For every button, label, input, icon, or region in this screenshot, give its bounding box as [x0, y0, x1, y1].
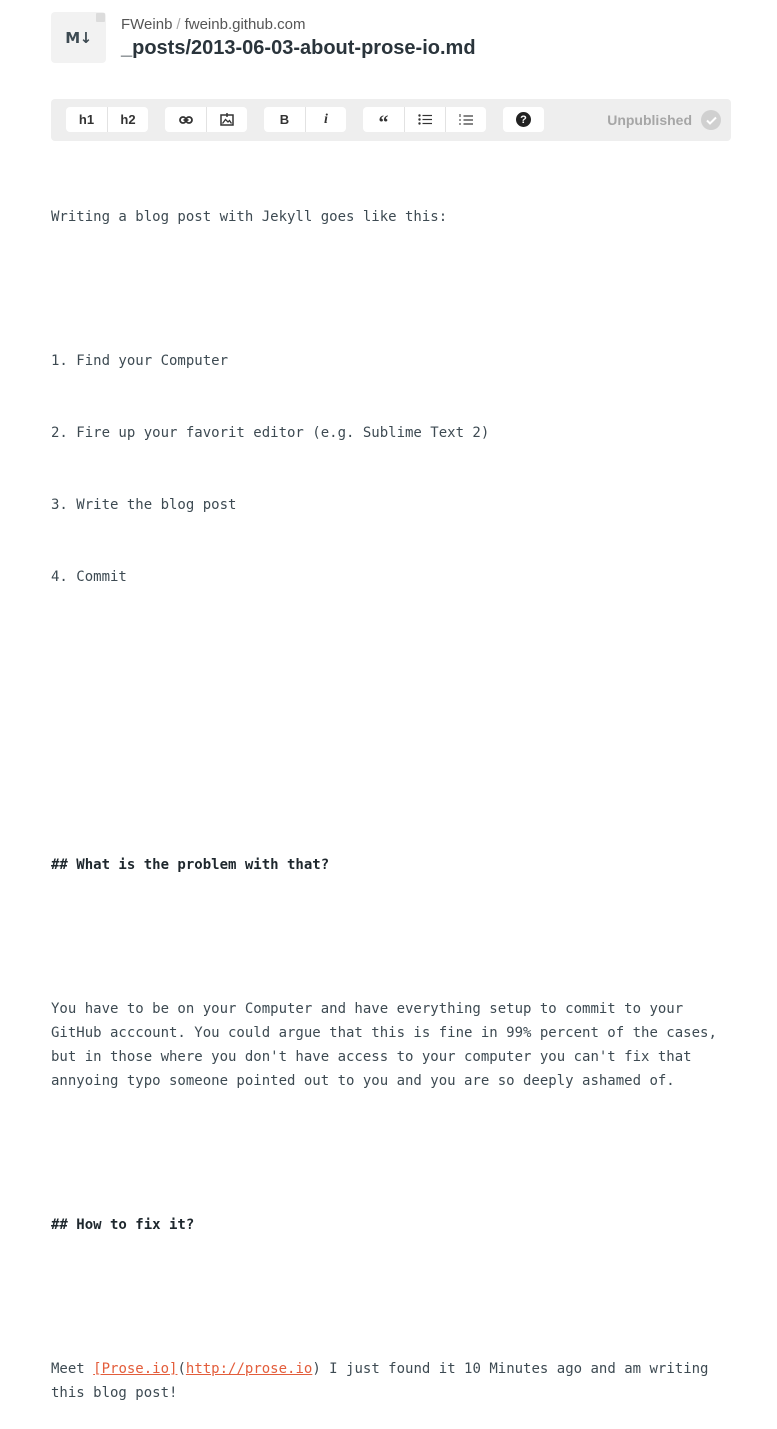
- editor-toolbar: h1 h2 B i “ ? Unpublished: [51, 99, 731, 141]
- link-url[interactable]: http://prose.io: [186, 1361, 312, 1377]
- publish-status[interactable]: Unpublished: [607, 110, 721, 130]
- markdown-heading: ## What is the problem with that?: [51, 857, 330, 873]
- paren-open: (: [177, 1361, 186, 1377]
- breadcrumb-repo[interactable]: fweinb.github.com: [185, 16, 306, 33]
- check-circle-icon: [701, 110, 721, 130]
- text-prefix: Meet: [51, 1361, 94, 1377]
- markdown-file-icon: M↓: [51, 12, 106, 63]
- list-item: 1. Find your Computer: [51, 353, 229, 369]
- image-button[interactable]: [206, 107, 247, 132]
- list-item: 3. Write the blog post: [51, 497, 237, 513]
- file-path-title[interactable]: _posts/2013-06-03-about-prose-io.md: [121, 37, 476, 60]
- bold-button[interactable]: B: [264, 107, 305, 132]
- numbered-list-icon: [459, 113, 473, 126]
- editor-paragraph: Meet [Prose.io](http://prose.io) I just …: [51, 1357, 741, 1405]
- list-item: 2. Fire up your favorit editor (e.g. Sub…: [51, 425, 490, 441]
- insert-buttons: [165, 107, 247, 132]
- markdown-editor[interactable]: Writing a blog post with Jekyll goes lik…: [51, 157, 741, 1429]
- breadcrumb-separator: /: [176, 16, 181, 33]
- numbered-list-button[interactable]: [445, 107, 486, 132]
- block-buttons: “: [363, 107, 486, 134]
- editor-paragraph: You have to be on your Computer and have…: [51, 1001, 726, 1089]
- help-icon: ?: [516, 112, 531, 127]
- list-item: 4. Commit: [51, 569, 127, 585]
- help-button[interactable]: ?: [503, 107, 544, 132]
- status-label: Unpublished: [607, 112, 692, 128]
- breadcrumb-owner[interactable]: FWeinb: [121, 16, 172, 33]
- quote-button[interactable]: “: [363, 107, 404, 134]
- markdown-heading: ## How to fix it?: [51, 1217, 195, 1233]
- help-buttons: ?: [503, 107, 544, 132]
- italic-button[interactable]: i: [305, 107, 346, 132]
- h1-button[interactable]: h1: [66, 107, 107, 132]
- page-corner: [96, 13, 105, 22]
- file-header: M↓ FWeinb / fweinb.github.com _posts/2013-…: [51, 12, 757, 64]
- link-button[interactable]: [165, 107, 206, 132]
- heading-buttons: h1 h2: [66, 107, 148, 132]
- link-text[interactable]: [Prose.io]: [93, 1361, 177, 1377]
- link-icon: [178, 115, 193, 125]
- h2-button[interactable]: h2: [107, 107, 148, 132]
- bullet-list-icon: [418, 114, 432, 125]
- editor-line: Writing a blog post with Jekyll goes lik…: [51, 209, 448, 225]
- breadcrumb: FWeinb / fweinb.github.com: [121, 16, 306, 33]
- format-buttons: B i: [264, 107, 346, 132]
- image-icon: [220, 113, 234, 126]
- bullet-list-button[interactable]: [404, 107, 445, 132]
- markdown-icon-label: M↓: [65, 29, 92, 47]
